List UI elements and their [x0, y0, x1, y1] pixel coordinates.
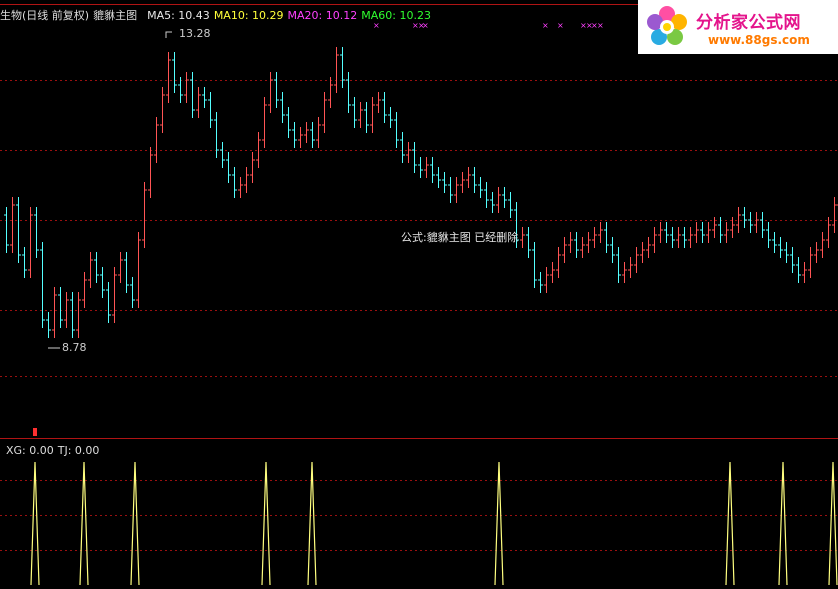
- logo-url: www.88gs.com: [708, 33, 810, 47]
- ma10-label: MA10: 10.29: [213, 9, 284, 22]
- logo-title: 分析家公式网: [696, 13, 801, 33]
- signal-marker: ×: [557, 21, 564, 30]
- tj-value: TJ: 0.00: [57, 444, 100, 457]
- low-price-label: 8.78: [62, 341, 87, 354]
- site-logo[interactable]: 分析家公式网 www.88gs.com: [638, 0, 838, 54]
- signal-marker: ×: [542, 21, 549, 30]
- candlestick-chart[interactable]: × × ×× × × × ×× ×: [0, 0, 838, 440]
- ma20-label: MA20: 10.12: [287, 9, 358, 22]
- formula-name: 貔貅主图: [93, 9, 138, 22]
- signal-marker: ×: [597, 21, 604, 30]
- indicator-header: XG: 0.00 TJ: 0.00: [6, 444, 103, 457]
- signal-spike: [725, 461, 735, 586]
- price-chart[interactable]: × × × × × × × × × ×: [0, 0, 838, 440]
- signal-spike: [261, 461, 271, 586]
- signal-spike: [130, 461, 140, 586]
- signal-spike: [30, 461, 40, 586]
- xg-value: XG: 0.00: [6, 444, 54, 457]
- ma5-label: MA5: 10.43: [147, 9, 210, 22]
- chart-header: 生物(日线 前复权) 貔貅主图 MA5: 10.43 MA10: 10.29 MA20:…: [0, 7, 435, 23]
- signal-spike: [307, 461, 317, 586]
- stock-title: 生物(日线 前复权): [0, 9, 90, 22]
- indicator-panel[interactable]: [0, 440, 838, 586]
- flower-logo-icon: [647, 6, 687, 45]
- ma60-label: MA60: 10.23: [361, 9, 431, 22]
- high-price-arrow: [165, 31, 172, 38]
- high-price-label: 13.28: [179, 27, 211, 40]
- buy-marker-icon: [33, 428, 37, 436]
- indicator-chart[interactable]: [0, 440, 838, 586]
- formula-deleted-notice: 公式:貔貅主图 已经删除: [401, 231, 519, 244]
